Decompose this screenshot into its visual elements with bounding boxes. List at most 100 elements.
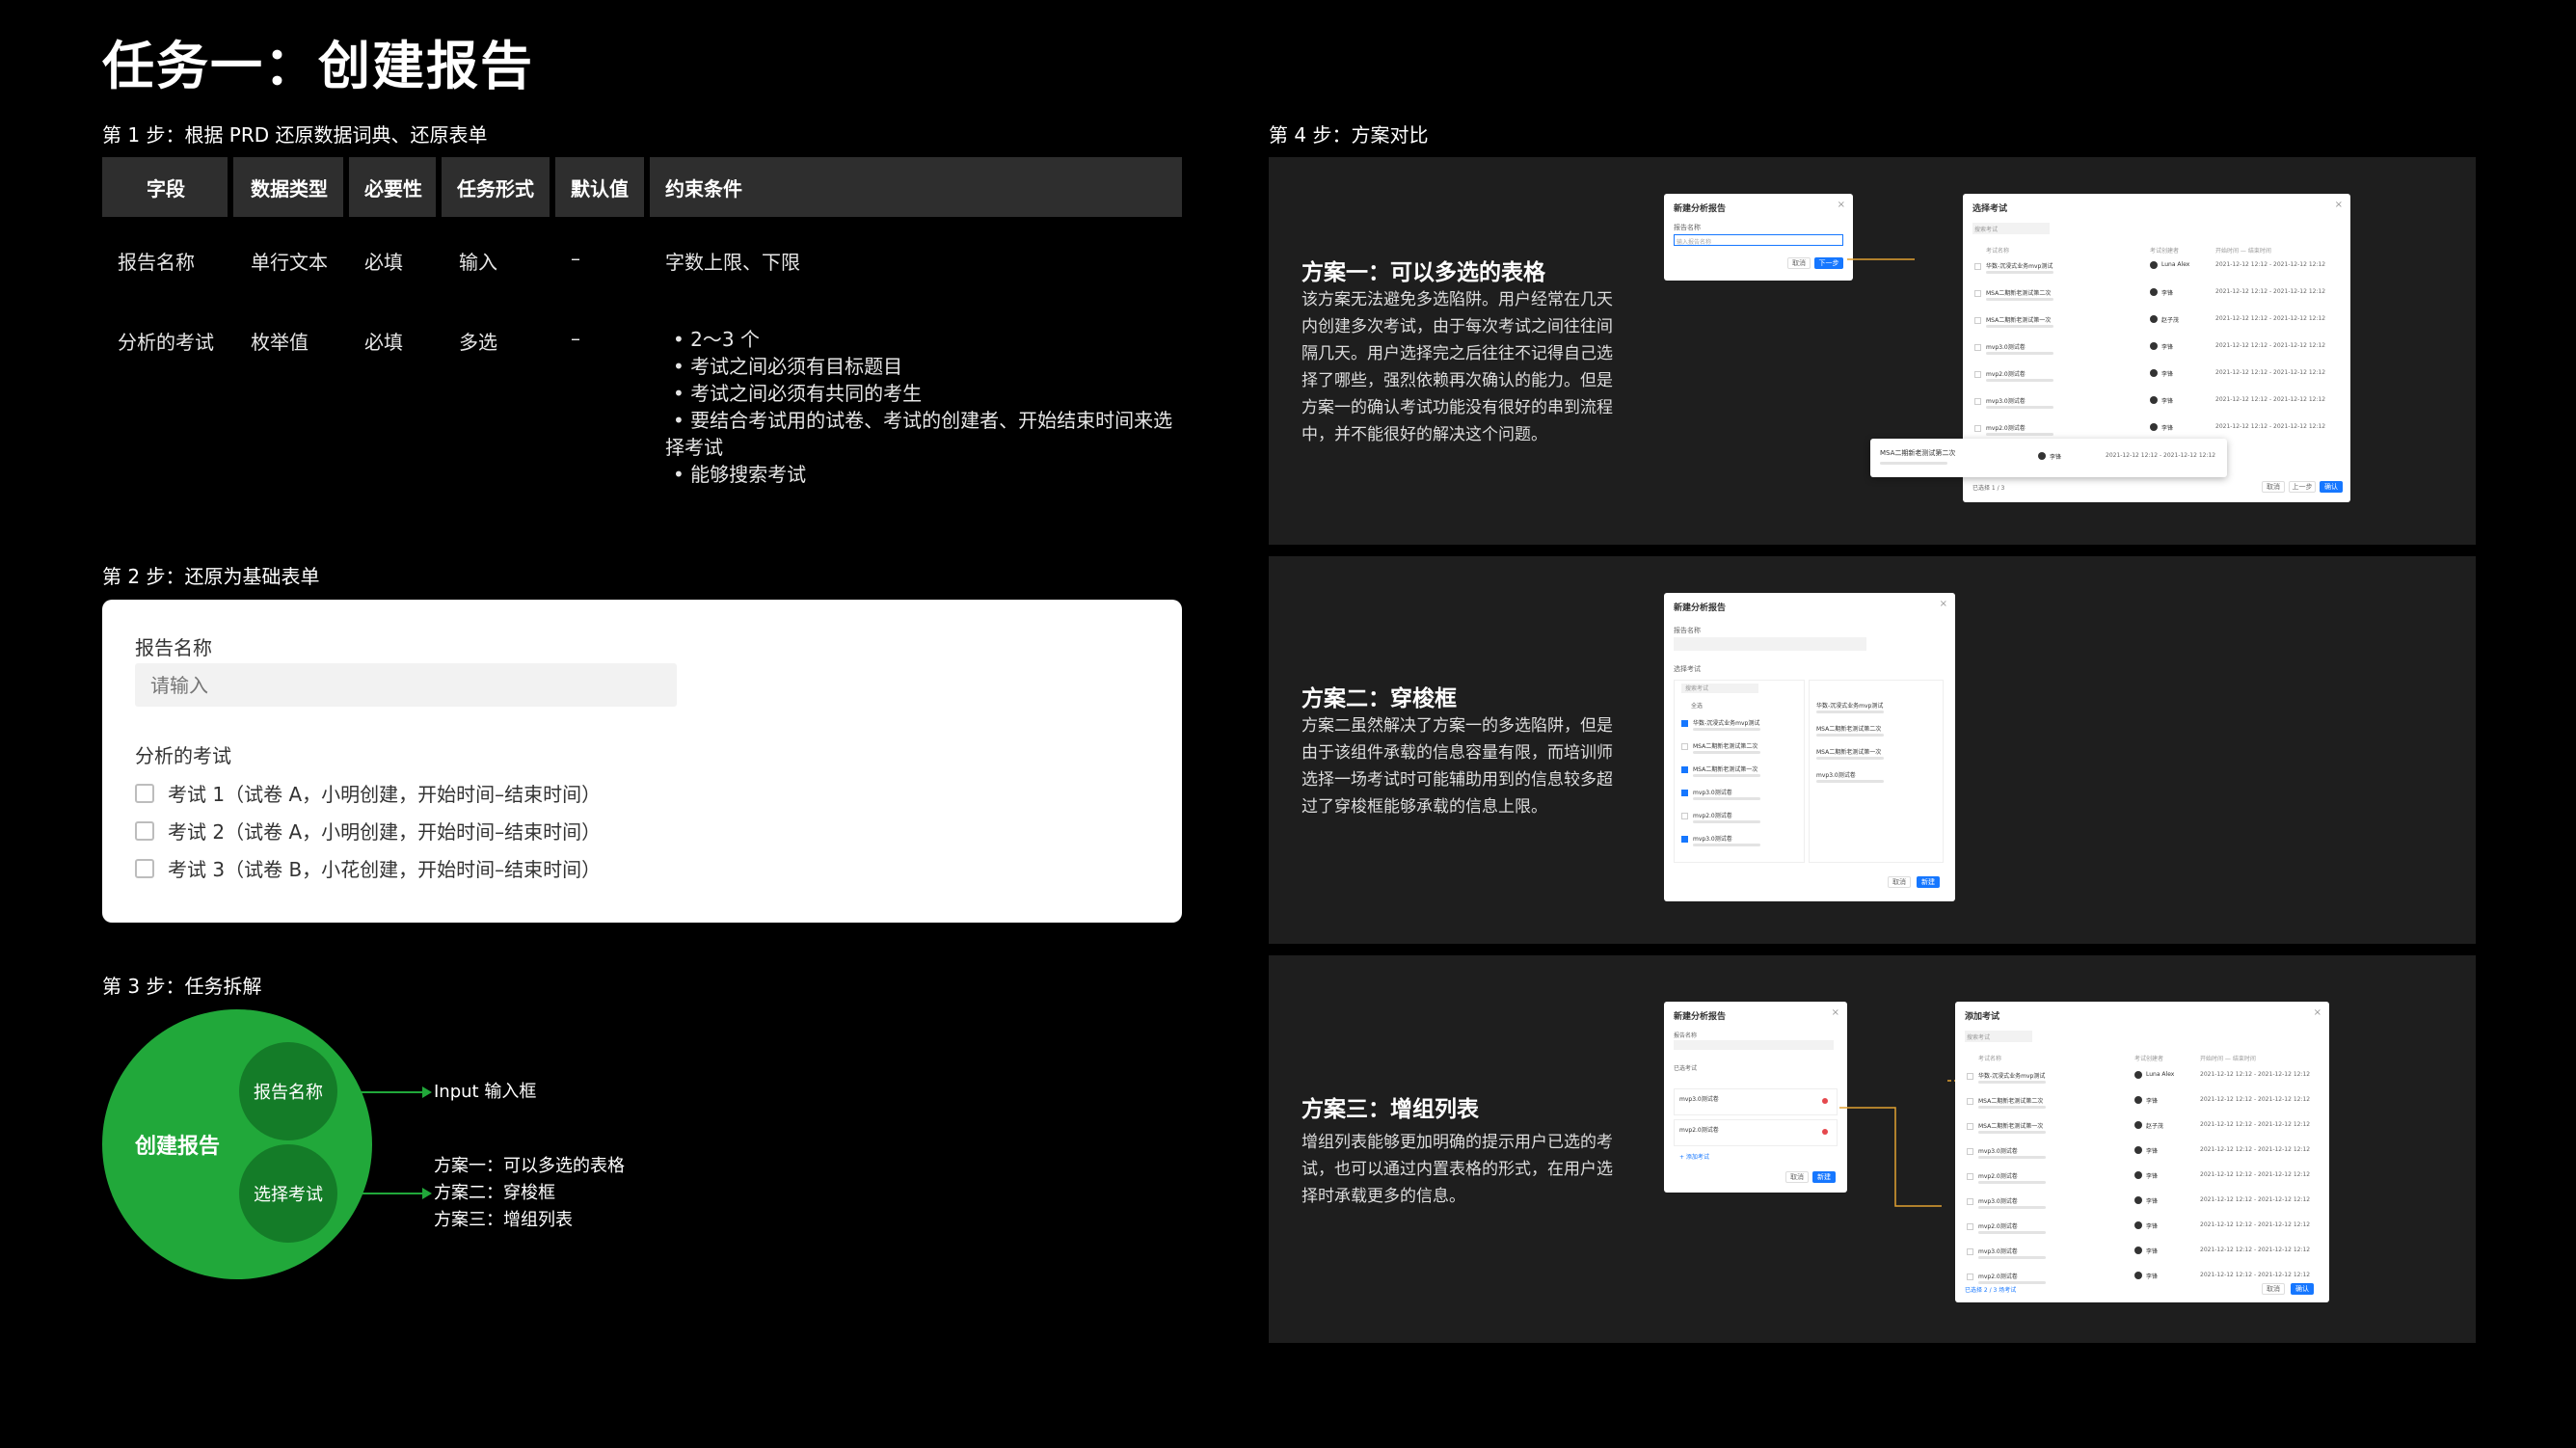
row-creator: 李锋 [2146, 1198, 2159, 1205]
checkbox[interactable] [135, 783, 154, 803]
row-exam: MSA二期新老测试第二次 [1693, 743, 1758, 750]
add-exam-link: + 添加考试 [1679, 1154, 1709, 1161]
cell-form: 输入 [459, 251, 497, 274]
row-time: 2021-12-12 12:12 - 2021-12-12 12:12 [2200, 1171, 2311, 1178]
row-checkbox [1681, 720, 1688, 727]
checkbox[interactable] [135, 858, 154, 878]
constraint-item: • 考试之间必须有目标题目 [673, 355, 903, 378]
row-checkbox [1974, 317, 1981, 324]
plan2-panel: 方案二：穿梭框 方案二虽然解决了方案一的多选陷阱，但是由于该组件承载的信息容量有… [1269, 556, 2476, 944]
constraint-item: • 能够搜索考试 [673, 463, 807, 486]
row-exam: mvp3.0测试卷 [1693, 790, 1732, 796]
row-creator: 李锋 [2146, 1148, 2159, 1155]
row-creator: 李锋 [2146, 1098, 2159, 1105]
checkbox[interactable] [135, 820, 154, 841]
row-creator: 李锋 [2161, 425, 2174, 432]
row-exam: MSA二期新老测试第二次 [1986, 290, 2052, 297]
root-label: 创建报告 [135, 1135, 221, 1159]
plan3-title: 方案三：增组列表 [1301, 1097, 1479, 1122]
step2-label: 第 2 步：还原为基础表单 [102, 565, 320, 588]
page-title: 任务一：创建报告 [102, 36, 534, 96]
row-time: 2021-12-12 12:12 - 2021-12-12 12:12 [2215, 261, 2326, 268]
row-exam: mvp2.0测试卷 [1978, 1223, 2018, 1230]
plan1-panel: 方案一：可以多选的表格 该方案无法避免多选陷阱。用户经常在几天内创建多次考试，由… [1269, 157, 2476, 545]
row-checkbox [1967, 1123, 1973, 1130]
cell-required: 必填 [364, 251, 403, 274]
row-checkbox [1974, 398, 1981, 405]
row-creator: 赵子茂 [2161, 317, 2180, 324]
row-checkbox [1974, 290, 1981, 297]
row-exam: mvp3.0测试卷 [1978, 1198, 2018, 1205]
header-required: 必要性 [349, 157, 436, 217]
step1-label: 第 1 步：根据 PRD 还原数据词典、还原表单 [102, 123, 488, 147]
row-creator: 李锋 [2146, 1173, 2159, 1180]
row-checkbox [1967, 1098, 1973, 1105]
mock-transfer-dialog: 新建分析报告 × 报告名称 选择考试 搜索考试 全选 华数-沉浸式业务mvp测试 … [1664, 593, 1955, 901]
row-checkbox [1967, 1198, 1973, 1205]
report-name-input[interactable] [135, 663, 677, 707]
row-time: 2021-12-12 12:12 - 2021-12-12 12:12 [2200, 1121, 2311, 1128]
exam-option-1[interactable]: 考试 1（试卷 A，小明创建，开始时间–结束时间） [135, 779, 601, 807]
row-creator: 李锋 [2161, 398, 2174, 405]
header-default: 默认值 [555, 157, 644, 217]
header-type: 数据类型 [233, 157, 343, 217]
row-checkbox [1974, 344, 1981, 351]
row-checkbox [1681, 790, 1688, 796]
exam-option-3[interactable]: 考试 3（试卷 B，小花创建，开始时间–结束时间） [135, 854, 601, 882]
row-exam: mvp3.0测试卷 [1986, 344, 2026, 351]
mock-new-report-dialog: 新建分析报告 × 报告名称 输入报告名称 取消 下一步 [1664, 194, 1853, 281]
row-exam: 华数-沉浸式业务mvp测试 [1978, 1073, 2046, 1080]
mock-group-list-dialog: 新建分析报告 × 报告名称 已选考试 mvp3.0测试卷 mvp2.0测试卷 + … [1664, 1002, 1847, 1193]
row-time: 2021-12-12 12:12 - 2021-12-12 12:12 [2215, 342, 2326, 349]
cell-field: 报告名称 [118, 251, 195, 274]
row-creator: Luna Alex [2161, 261, 2190, 268]
row-exam: mvp3.0测试卷 [1816, 772, 1856, 779]
cell-default: – [571, 327, 580, 350]
row-exam: MSA二期新老测试第一次 [1693, 766, 1758, 773]
constraint-item: • 考试之间必须有共同的考生 [673, 382, 923, 405]
row-exam: MSA二期新老测试第一次 [1978, 1123, 2044, 1130]
constraint-item: • 要结合考试用的试卷、考试的创建者、开始结束时间来选 [673, 409, 1173, 432]
row-time: 2021-12-12 12:12 - 2021-12-12 12:12 [2200, 1146, 2311, 1153]
row-exam: MSA二期新老测试第一次 [1986, 317, 2052, 324]
plan1-desc: 该方案无法避免多选陷阱。用户经常在几天内创建多次考试，由于每次考试之间往往间隔几… [1301, 290, 1613, 444]
row-exam: mvp2.0测试卷 [1986, 425, 2026, 432]
row-time: 2021-12-12 12:12 - 2021-12-12 12:12 [2215, 423, 2326, 430]
row-time: 2021-12-12 12:12 - 2021-12-12 12:12 [2215, 288, 2326, 295]
row-checkbox [1974, 371, 1981, 378]
cell-type: 单行文本 [251, 251, 328, 274]
exam-option-2[interactable]: 考试 2（试卷 A，小明创建，开始时间–结束时间） [135, 817, 601, 845]
exam-label: 分析的考试 [135, 744, 231, 767]
output-plan2: 方案二：穿梭框 [434, 1183, 555, 1203]
row-time: 2021-12-12 12:12 - 2021-12-12 12:12 [2200, 1071, 2311, 1078]
cell-field: 分析的考试 [118, 331, 214, 354]
flow-line [1847, 258, 1915, 260]
mock-add-exam-dialog: 添加考试 × 搜索考试 考试名称 考试创建者 开始时间 — 结束时间 华数-沉浸式… [1955, 1002, 2329, 1302]
row-creator: 李锋 [2146, 1223, 2159, 1230]
constraint-item: 择考试 [665, 436, 723, 459]
row-exam: mvp3.0测试卷 [1978, 1148, 2018, 1155]
row-checkbox [1967, 1274, 1973, 1280]
row-exam: MSA二期新老测试第一次 [1816, 749, 1882, 756]
row-creator: 李锋 [2146, 1248, 2159, 1255]
row-checkbox [1974, 425, 1981, 432]
plan3-panel: 方案三：增组列表 增组列表能够更加明确的提示用户已选的考试，也可以通过内置表格的… [1269, 955, 2476, 1343]
row-exam: 华数-沉浸式业务mvp测试 [1986, 263, 2053, 270]
output-input: Input 输入框 [434, 1082, 537, 1102]
arrow-connectors [337, 1086, 432, 1199]
constraint-item: • 2～3 个 [673, 328, 760, 351]
row-time: 2021-12-12 12:12 - 2021-12-12 12:12 [2200, 1221, 2311, 1228]
row-time: 2021-12-12 12:12 - 2021-12-12 12:12 [2215, 369, 2326, 376]
plan2-desc: 方案二虽然解决了方案一的多选陷阱，但是由于该组件承载的信息容量有限，而培训师选择… [1301, 716, 1613, 817]
cell-required: 必填 [364, 331, 403, 354]
mock-hover-popup: MSA二期新老测试第二次 李锋 2021-12-12 12:12 - 2021-… [1870, 439, 2227, 477]
row-time: 2021-12-12 12:12 - 2021-12-12 12:12 [2200, 1196, 2311, 1203]
row-checkbox [1681, 766, 1688, 773]
step4-label: 第 4 步：方案对比 [1269, 123, 1429, 147]
row-time: 2021-12-12 12:12 - 2021-12-12 12:12 [2200, 1096, 2311, 1103]
cell-constraint: 字数上限、下限 [665, 251, 800, 274]
row-exam: mvp2.0测试卷 [1978, 1274, 2018, 1280]
output-plan1: 方案一：可以多选的表格 [434, 1156, 625, 1176]
row-checkbox [1681, 813, 1688, 819]
header-field: 字段 [102, 157, 228, 217]
